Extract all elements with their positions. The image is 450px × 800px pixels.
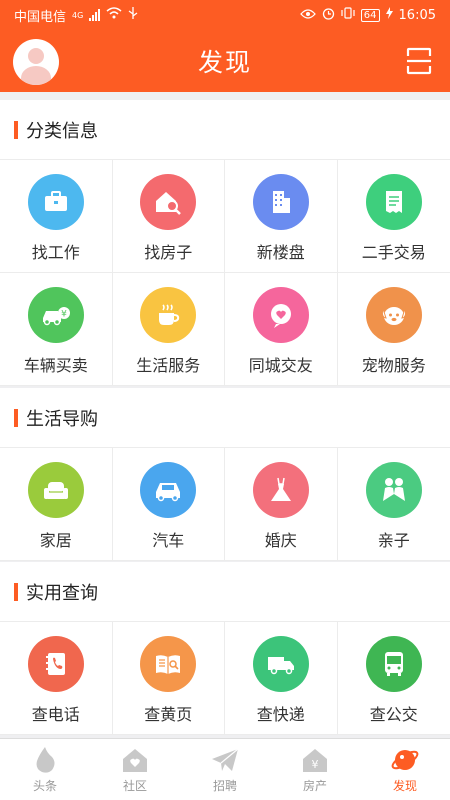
grid-item-label: 同城交友 — [248, 356, 313, 375]
community-house-icon — [123, 749, 147, 772]
section-title: 生活导购 — [26, 408, 98, 430]
signal-icon — [89, 9, 101, 21]
app-header: 发现 — [0, 30, 450, 92]
grid-item-label: 找房子 — [144, 243, 193, 262]
yellow-pages-icon — [140, 636, 197, 692]
grid-item-life-service[interactable]: 生活服务 — [112, 273, 225, 386]
section-header: 实用查询 — [0, 562, 450, 622]
eye-icon — [299, 8, 316, 23]
network-type: 4G — [72, 10, 84, 20]
sofa-icon — [27, 462, 84, 518]
grid-item-label: 汽车 — [152, 531, 185, 550]
briefcase-icon — [27, 174, 84, 230]
clock-time: 16:05 — [398, 7, 436, 23]
car-icon — [140, 462, 197, 518]
car-yen-icon: ¥ — [27, 287, 84, 343]
grid-item-label: 二手交易 — [361, 243, 426, 262]
coffee-cup-icon — [140, 287, 197, 343]
grid-item-label: 生活服务 — [136, 356, 201, 375]
tab-label: 社区 — [122, 779, 147, 793]
grid-item-label: 查电话 — [31, 705, 80, 724]
section-accent-bar — [14, 408, 18, 427]
paper-plane-icon — [212, 748, 239, 771]
bottom-tab-bar: 头条 社区 招聘 ¥ 房产 发现 — [0, 738, 450, 800]
grid-item-label: 亲子 — [377, 531, 410, 550]
grid-item-express[interactable]: 查快递 — [225, 622, 338, 735]
status-bar: 中国电信 4G 64 16:05 — [0, 0, 450, 30]
grid-item-local-friends[interactable]: 同城交友 — [225, 273, 338, 386]
house-search-icon — [140, 174, 197, 230]
grid-item-label: 找工作 — [31, 243, 80, 262]
battery-level: 64 — [360, 8, 380, 22]
section-title: 实用查询 — [26, 582, 98, 604]
vibrate-icon — [341, 7, 355, 23]
charging-icon — [385, 7, 393, 23]
tab-label: 头条 — [32, 779, 57, 793]
grid-item-wedding[interactable]: 婚庆 — [225, 448, 338, 561]
grid-item-yellow-pages[interactable]: 查黄页 — [112, 622, 225, 735]
tab-community[interactable]: 社区 — [90, 739, 180, 800]
tab-label: 房产 — [302, 779, 327, 793]
grid-item-find-job[interactable]: 找工作 — [0, 160, 113, 273]
alarm-icon — [322, 7, 335, 24]
section-classified-info: 分类信息 找工作 找房子 新楼盘 二手交易 ¥ 车辆买卖 生活服务 同城交友 宠… — [0, 100, 450, 386]
svg-text:¥: ¥ — [312, 758, 319, 771]
parent-child-icon — [365, 462, 422, 518]
grid-item-find-house[interactable]: 找房子 — [112, 160, 225, 273]
planet-icon — [391, 750, 419, 770]
tab-discover[interactable]: 发现 — [360, 739, 450, 800]
receipt-icon — [365, 174, 422, 230]
tab-label: 发现 — [392, 779, 417, 793]
bus-icon — [365, 636, 422, 692]
grid-item-new-property[interactable]: 新楼盘 — [225, 160, 338, 273]
tab-recruitment[interactable]: 招聘 — [180, 739, 270, 800]
dog-icon — [365, 287, 422, 343]
grid-item-label: 查公交 — [369, 705, 418, 724]
grid-item-second-hand[interactable]: 二手交易 — [337, 160, 450, 273]
svg-text:¥: ¥ — [61, 310, 67, 320]
section-life-shopping: 生活导购 家居 汽车 婚庆 亲子 — [0, 388, 450, 561]
grid-item-bus[interactable]: 查公交 — [337, 622, 450, 735]
grid-item-label: 宠物服务 — [361, 356, 426, 375]
grid-item-car-trade[interactable]: ¥ 车辆买卖 — [0, 273, 113, 386]
truck-icon — [252, 636, 309, 692]
tab-label: 招聘 — [212, 779, 237, 793]
grid-item-label: 新楼盘 — [256, 243, 305, 262]
section-header: 分类信息 — [0, 100, 450, 160]
grid-item-pet-service[interactable]: 宠物服务 — [337, 273, 450, 386]
tab-property[interactable]: ¥ 房产 — [270, 739, 360, 800]
dress-icon — [252, 462, 309, 518]
carrier-label: 中国电信 — [14, 9, 67, 25]
heart-chat-icon — [252, 287, 309, 343]
grid-item-label: 家居 — [39, 531, 72, 550]
section-header: 生活导购 — [0, 388, 450, 448]
avatar[interactable] — [13, 39, 59, 85]
flame-icon — [36, 747, 55, 773]
property-house-icon: ¥ — [303, 749, 327, 772]
phone-book-icon — [27, 636, 84, 692]
grid-item-parenting[interactable]: 亲子 — [337, 448, 450, 561]
grid-item-auto[interactable]: 汽车 — [112, 448, 225, 561]
grid-item-home[interactable]: 家居 — [0, 448, 113, 561]
section-accent-bar — [14, 582, 18, 601]
section-utility-query: 实用查询 查电话 查黄页 查快递 查公交 — [0, 562, 450, 735]
section-accent-bar — [14, 120, 18, 139]
building-icon — [252, 174, 309, 230]
usb-icon — [128, 7, 138, 23]
wifi-icon — [106, 7, 122, 23]
scan-icon[interactable] — [406, 47, 432, 75]
grid-item-label: 查快递 — [256, 705, 305, 724]
grid-item-label: 车辆买卖 — [23, 356, 88, 375]
page-title: 发现 — [197, 48, 252, 77]
tab-headlines[interactable]: 头条 — [0, 739, 90, 800]
section-title: 分类信息 — [26, 120, 98, 142]
grid-item-label: 查黄页 — [144, 705, 193, 724]
grid-item-label: 婚庆 — [264, 531, 297, 550]
grid-item-phone-lookup[interactable]: 查电话 — [0, 622, 113, 735]
